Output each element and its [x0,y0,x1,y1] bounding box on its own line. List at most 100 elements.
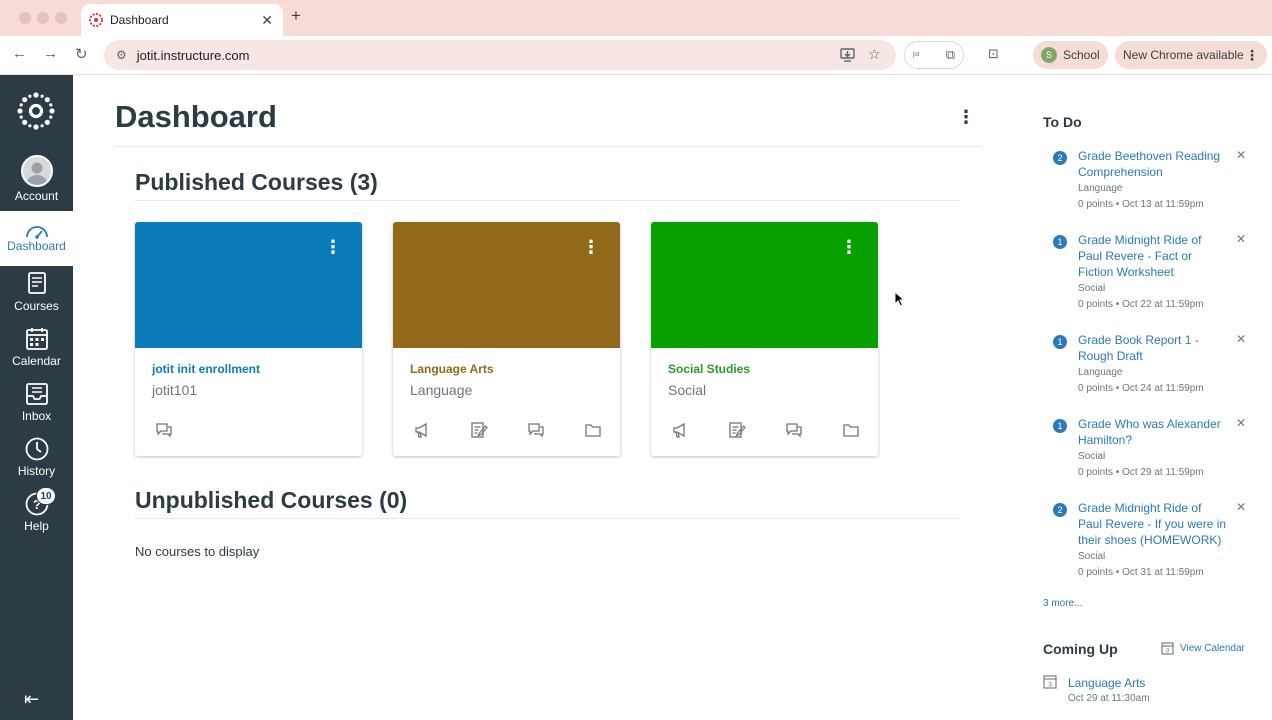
inbox-icon [25,383,48,405]
discussions-icon[interactable] [527,421,545,439]
collapse-nav-icon[interactable]: ⇤ [24,689,39,710]
nav-history[interactable]: History [0,436,73,491]
view-calendar-label: View Calendar [1180,642,1245,654]
dismiss-todo-icon[interactable]: ✕ [1236,148,1246,162]
course-card-hero[interactable]: ⋮ [651,222,878,348]
browser-menu-icon[interactable]: ⋮ [1245,47,1259,64]
course-name[interactable]: Social Studies [668,362,750,376]
calendar-event-icon: 3 [1043,675,1057,689]
show-more-todos-link[interactable]: 3 more... [1043,598,1082,609]
todo-count-badge: 1 [1053,419,1067,433]
course-name[interactable]: Language Arts [410,362,494,376]
dashboard-options-icon[interactable]: ⋮ [957,107,975,128]
canvas-favicon-icon [89,13,103,27]
todo-title[interactable]: Grade Beethoven Reading Comprehension [1078,148,1228,180]
course-card-hero[interactable]: ⋮ [393,222,620,348]
dismiss-todo-icon[interactable]: ✕ [1236,500,1246,514]
course-card-language-arts[interactable]: ⋮ Language Arts Language [393,222,620,456]
nav-account-label: Account [14,189,59,203]
puzzle-extensions-icon[interactable]: ⧉ [946,47,955,63]
profile-name: School [1063,48,1100,62]
card-options-icon[interactable]: ⋮ [840,238,858,256]
dismiss-todo-icon[interactable]: ✕ [1236,416,1246,430]
maximize-window-dot[interactable] [55,12,67,24]
course-card-social-studies[interactable]: ⋮ Social Studies Social [651,222,878,456]
courses-icon [27,272,46,294]
address-bar[interactable]: ⚙ jotit.instructure.com ☆ [104,40,896,70]
coming-up-title[interactable]: Language Arts [1068,676,1145,690]
nav-inbox[interactable]: Inbox [0,381,73,436]
files-icon[interactable] [842,421,860,439]
reload-icon[interactable]: ↻ [75,45,88,63]
chrome-update-button[interactable]: New Chrome available ⋮ [1115,41,1267,69]
todo-title[interactable]: Grade Midnight Ride of Paul Revere - If … [1078,500,1228,548]
discussions-icon[interactable] [155,421,173,439]
discussions-icon[interactable] [785,421,803,439]
todo-count-badge: 1 [1053,235,1067,249]
todo-course: Language [1078,367,1123,378]
coming-up-item[interactable]: 3 Language Arts Oct 29 at 11:30am [1043,674,1150,704]
history-icon [25,437,48,461]
site-settings-icon[interactable]: ⚙ [116,48,127,62]
nav-courses[interactable]: Courses [0,271,73,326]
close-tab-icon[interactable]: ✕ [261,12,273,29]
course-code: Language [410,382,473,398]
todo-heading: To Do [1043,114,1082,130]
browser-tab-dashboard[interactable]: Dashboard ✕ [81,4,283,36]
nav-calendar-label: Calendar [12,354,61,368]
nav-calendar[interactable]: Calendar [0,326,73,381]
nav-account[interactable]: Account [0,155,73,210]
course-name[interactable]: jotit init enrollment [152,362,260,376]
calendar-small-icon: 3 [1161,642,1174,655]
jot-extension-icon[interactable]: jot [913,52,919,58]
dismiss-todo-icon[interactable]: ✕ [1236,332,1246,346]
new-tab-icon[interactable]: + [291,6,301,26]
nav-help-label: Help [24,519,49,533]
todo-title[interactable]: Grade Book Report 1 - Rough Draft [1078,332,1228,364]
tab-search-icon[interactable]: ⊡ [988,46,999,62]
todo-title[interactable]: Grade Who was Alexander Hamilton? [1078,416,1228,448]
assignments-icon[interactable] [470,421,488,439]
course-code: jotit101 [152,382,198,398]
profile-button[interactable]: S School [1033,41,1108,69]
global-navigation: Account Dashboard Courses Calendar Inbox… [0,75,73,720]
divider [135,200,960,201]
install-app-icon[interactable] [840,48,855,62]
dismiss-todo-icon[interactable]: ✕ [1236,232,1246,246]
minimize-window-dot[interactable] [37,12,49,24]
todo-meta: 0 points • Oct 13 at 11:59pm [1078,199,1204,210]
close-window-dot[interactable] [19,12,31,24]
todo-course: Social [1078,551,1106,562]
todo-meta: 0 points • Oct 29 at 11:59pm [1078,467,1204,478]
tab-title: Dashboard [110,13,169,27]
announcements-icon[interactable] [413,421,431,439]
todo-meta: 0 points • Oct 31 at 11:59pm [1078,567,1204,578]
canvas-page: Account Dashboard Courses Calendar Inbox… [0,75,1272,720]
card-options-icon[interactable]: ⋮ [582,238,600,256]
files-icon[interactable] [584,421,602,439]
nav-dashboard-label: Dashboard [7,239,66,253]
update-label: New Chrome available [1123,48,1244,62]
course-code: Social [668,382,707,398]
mouse-cursor-icon [894,291,906,307]
bookmark-star-icon[interactable]: ☆ [868,46,881,63]
forward-arrow-icon[interactable]: → [43,45,58,62]
view-calendar-link[interactable]: 3 View Calendar [1161,641,1245,655]
published-courses-heading: Published Courses (3) [135,169,378,195]
back-arrow-icon[interactable]: ← [12,45,27,62]
nav-dashboard[interactable]: Dashboard [0,211,73,266]
extensions-pill[interactable]: jot ⧉ [904,41,964,69]
divider [135,518,960,519]
card-options-icon[interactable]: ⋮ [324,238,342,256]
course-card-jotit[interactable]: ⋮ jotit init enrollment jotit101 [135,222,362,456]
todo-title[interactable]: Grade Midnight Ride of Paul Revere - Fac… [1078,232,1228,280]
assignments-icon[interactable] [728,421,746,439]
announcements-icon[interactable] [671,421,689,439]
account-avatar [20,155,53,187]
course-card-hero[interactable]: ⋮ [135,222,362,348]
canvas-logo-icon[interactable] [16,91,56,131]
svg-text:3: 3 [1048,682,1052,689]
url-text: jotit.instructure.com [136,47,250,63]
coming-up-date: Oct 29 at 11:30am [1068,693,1150,704]
todo-course: Social [1078,283,1106,294]
